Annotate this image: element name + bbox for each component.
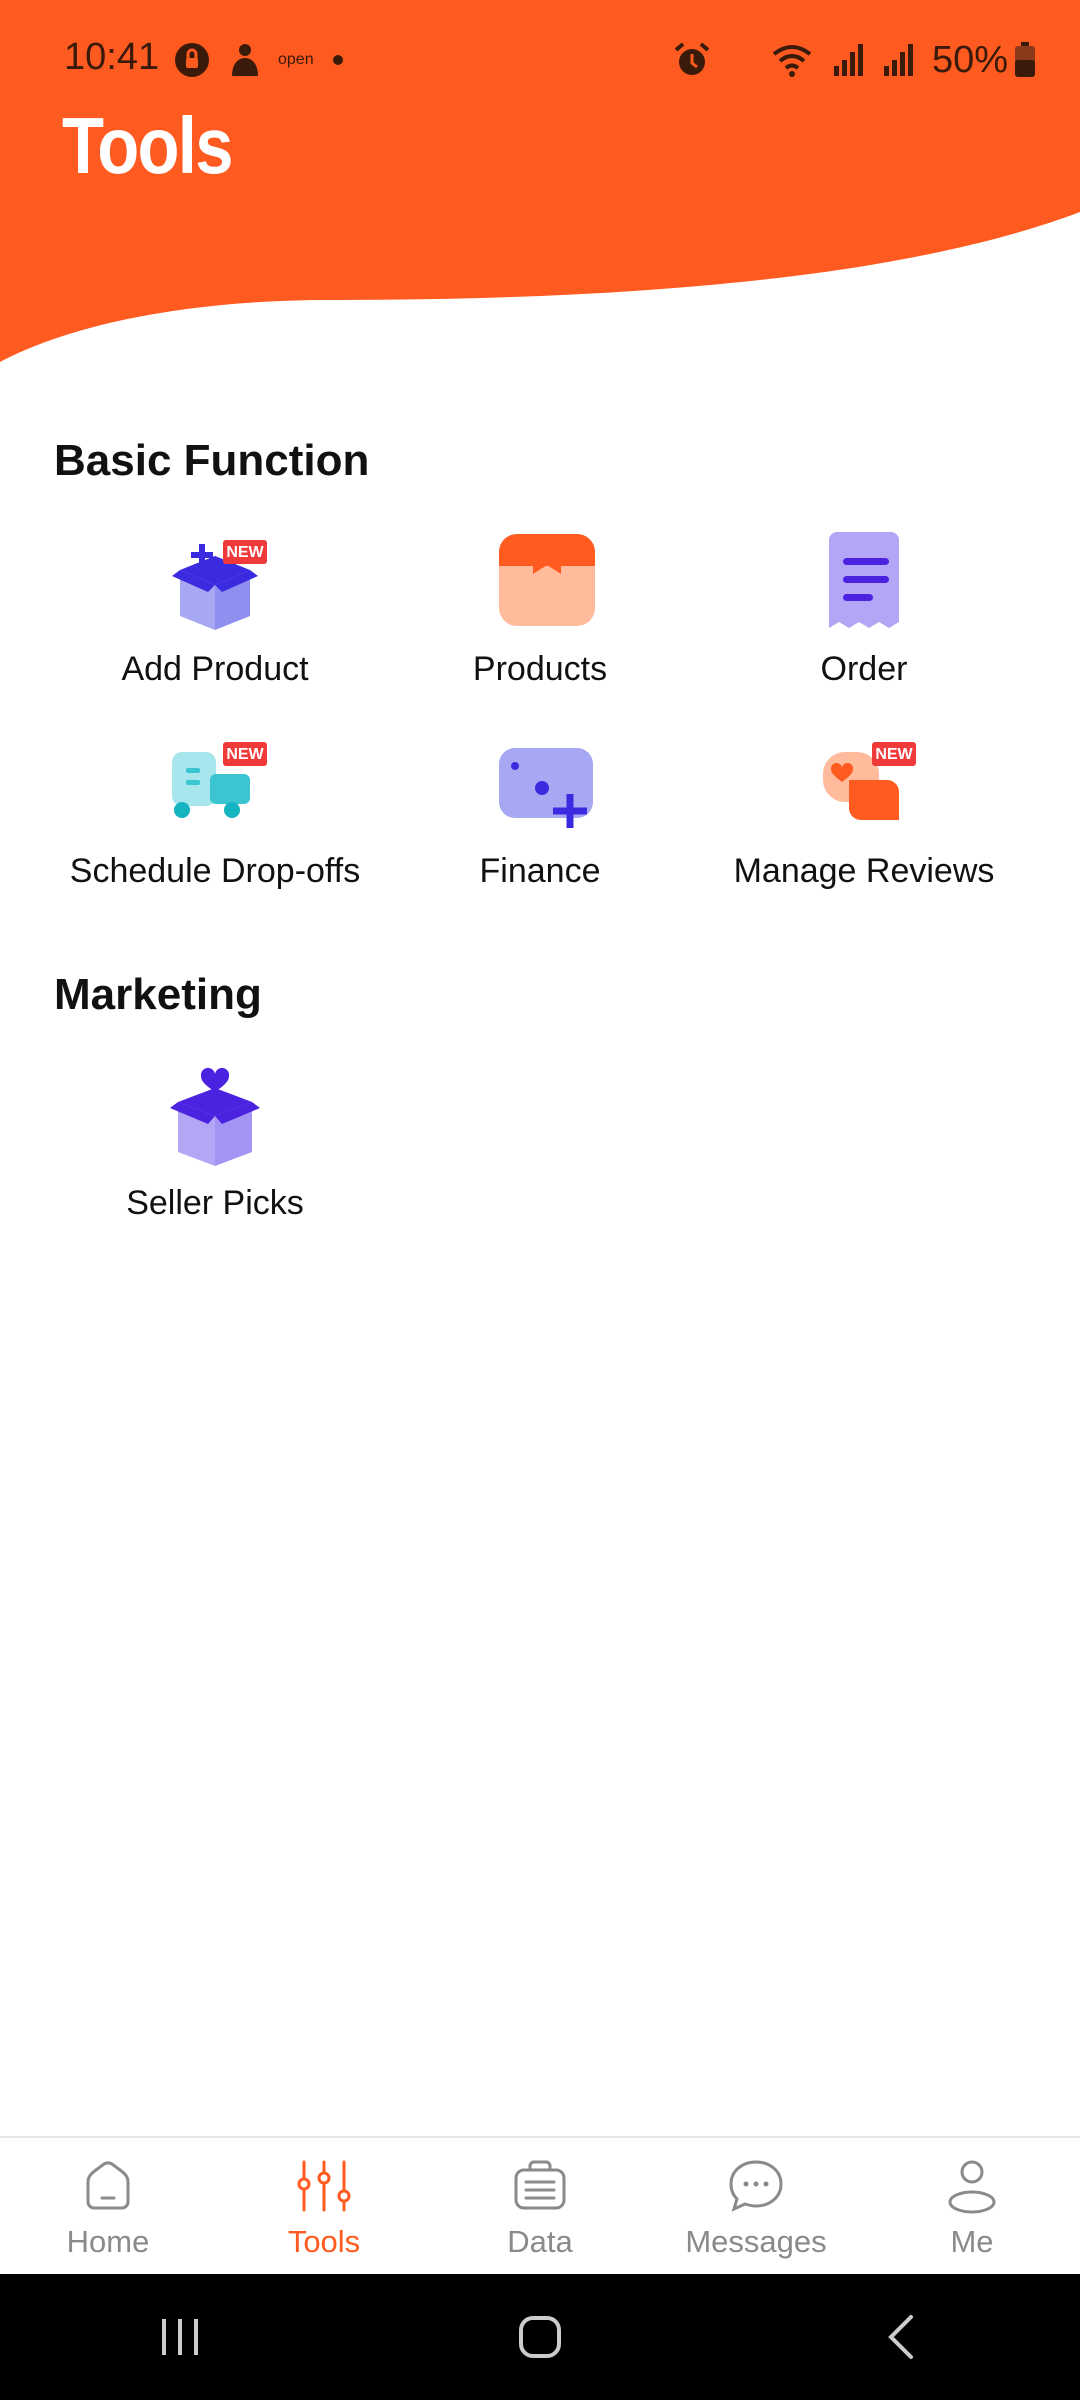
nav-tools[interactable]: Tools [216, 2138, 432, 2274]
finance-card-icon [499, 748, 593, 828]
nav-label: Tools [287, 2224, 361, 2259]
add-product-box-icon: NEW [172, 540, 267, 630]
nav-me[interactable]: Me [864, 2138, 1080, 2274]
reviews-chat-icon: NEW [823, 742, 916, 820]
tool-schedule-drop-offs[interactable]: NEW Schedule Drop-offs [53, 732, 377, 892]
nav-label: Data [507, 2224, 573, 2259]
nav-data[interactable]: Data [432, 2138, 648, 2274]
tool-label: Products [472, 650, 608, 688]
tool-order[interactable]: Order [702, 530, 1026, 690]
back-chevron-icon [888, 2315, 913, 2359]
tool-seller-picks[interactable]: Seller Picks [53, 1064, 377, 1224]
battery-icon [1015, 42, 1035, 77]
nav-label: Messages [685, 2224, 827, 2259]
tool-label: Order [820, 650, 908, 688]
nav-messages[interactable]: Messages [648, 2138, 864, 2274]
tool-add-product[interactable]: NEW Add Product [53, 530, 377, 690]
tool-label: Manage Reviews [733, 852, 995, 890]
messages-chat-icon [729, 2160, 783, 2212]
products-box-icon [499, 534, 595, 626]
home-square-icon [519, 2316, 561, 2358]
nav-home[interactable]: Home [0, 2138, 216, 2274]
signal-2-icon [883, 44, 913, 76]
nav-label: Me [950, 2224, 994, 2259]
alarm-icon [674, 42, 710, 75]
nav-label: Home [66, 2224, 150, 2259]
svg-text:NEW: NEW [226, 544, 264, 561]
battery-percent: 50% [931, 38, 1008, 81]
profile-icon [948, 2160, 996, 2214]
tool-manage-reviews[interactable]: NEW Manage Reviews [702, 732, 1026, 892]
page-title: Tools [62, 101, 233, 190]
home-icon [86, 2161, 130, 2210]
data-clipboard-icon [514, 2160, 566, 2210]
back-button[interactable] [840, 2297, 960, 2377]
section-title-marketing: Marketing [54, 970, 262, 1019]
open-notification-text: open [278, 51, 314, 68]
recent-apps-icon [162, 2319, 198, 2355]
delivery-truck-icon: NEW [172, 742, 267, 818]
tool-products[interactable]: Products [378, 530, 702, 690]
home-system-button[interactable] [480, 2297, 600, 2377]
tools-sliders-icon [297, 2160, 351, 2212]
tool-finance[interactable]: Finance [378, 732, 702, 892]
tool-label: Schedule Drop-offs [69, 852, 361, 890]
signal-1-icon [833, 44, 863, 76]
status-time: 10:41 [64, 36, 160, 78]
order-receipt-icon [829, 532, 899, 628]
recent-apps-button[interactable] [120, 2297, 240, 2377]
svg-text:NEW: NEW [875, 746, 913, 763]
tool-label: Seller Picks [126, 1184, 304, 1222]
section-title-basic-function: Basic Function [54, 436, 370, 485]
seller-picks-heart-box-icon [170, 1067, 260, 1166]
wifi-icon [772, 45, 812, 77]
status-notification-icons: open [172, 40, 348, 80]
tools-screen: 10:41 open 50% Tools Basic Function NEW … [0, 0, 1080, 2400]
app-notification-icon [232, 44, 258, 76]
lock-circle-icon [175, 43, 209, 77]
system-navigation-bar [0, 2274, 1080, 2400]
bottom-navigation: Home Tools Data Messages Me [0, 2136, 1080, 2274]
tool-label: Add Product [121, 650, 309, 688]
status-system-icons: 50% [672, 36, 1036, 84]
svg-text:NEW: NEW [226, 746, 264, 763]
more-notifications-dot-icon [332, 55, 343, 65]
tool-label: Finance [479, 852, 601, 890]
